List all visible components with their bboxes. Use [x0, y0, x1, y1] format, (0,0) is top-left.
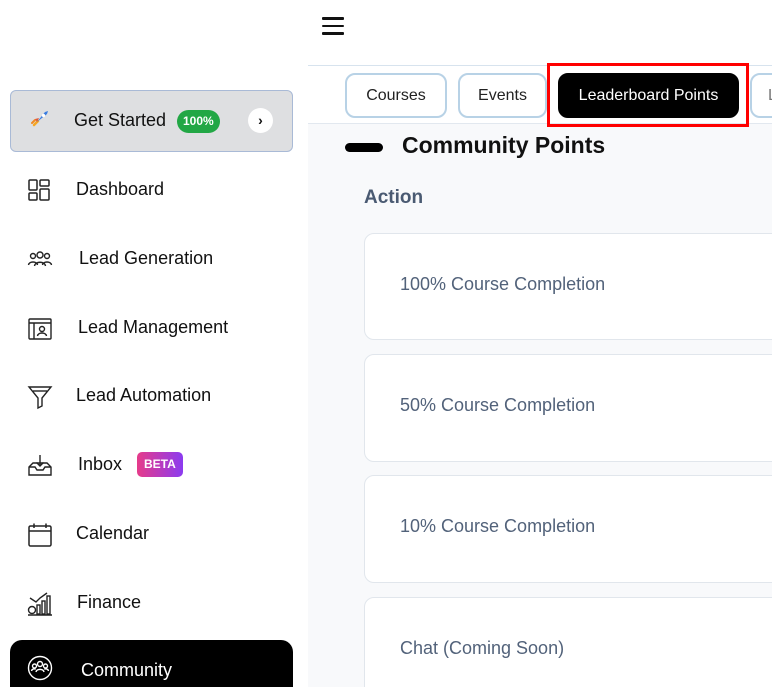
sidebar-item-label: Inbox: [78, 454, 123, 474]
progress-badge: 100%: [177, 110, 220, 133]
action-label: Chat (Coming Soon): [400, 638, 565, 658]
rocket-icon: [31, 111, 48, 127]
finance-chart-icon: [27, 592, 52, 616]
beta-badge: BETA: [137, 452, 183, 477]
sidebar-item-finance[interactable]: Finance: [10, 578, 293, 628]
action-card: 50% Course Completion: [364, 354, 772, 462]
selection-highlight: [547, 63, 749, 127]
action-label: 10% Course Completion: [400, 516, 596, 536]
sidebar-item-lead-generation[interactable]: Lead Generation: [10, 234, 293, 284]
sidebar-item-label: Calendar: [76, 523, 150, 543]
sidebar-item-lead-automation[interactable]: Lead Automation: [10, 371, 293, 421]
action-label: 50% Course Completion: [400, 395, 596, 415]
get-started-button[interactable]: Get Started 100% ›: [10, 90, 293, 152]
community-icon: [27, 655, 53, 681]
chevron-right-icon[interactable]: ›: [248, 108, 273, 133]
app-root: Get Started 100% › Dashboard Lead Genera…: [0, 0, 772, 687]
sidebar-item-label: Community: [81, 660, 173, 680]
action-card: 100% Course Completion: [364, 233, 772, 340]
contact-card-icon: [28, 318, 52, 340]
action-label: 100% Course Completion: [400, 274, 606, 294]
section-marker: [345, 143, 383, 152]
sidebar-item-community[interactable]: Community: [10, 640, 293, 687]
funnel-icon: [27, 386, 53, 410]
dashboard-icon: [28, 179, 50, 201]
menu-icon[interactable]: [322, 17, 344, 37]
tab-courses[interactable]: Courses: [345, 73, 447, 118]
sidebar-item-dashboard[interactable]: Dashboard: [10, 165, 293, 215]
users-group-icon: [27, 251, 53, 267]
sidebar-item-label: Lead Generation: [79, 248, 214, 268]
inbox-icon: [28, 455, 52, 476]
column-header-action: Action: [364, 187, 424, 208]
sidebar: Get Started 100% › Dashboard Lead Genera…: [0, 0, 308, 687]
sidebar-item-label: Dashboard: [76, 179, 165, 199]
sidebar-item-label: Lead Automation: [76, 385, 212, 405]
tab-events[interactable]: Events: [458, 73, 547, 118]
action-card: 10% Course Completion: [364, 475, 772, 583]
calendar-icon: [28, 523, 52, 547]
action-card: Chat (Coming Soon): [364, 597, 772, 687]
tab-partial[interactable]: L: [750, 73, 772, 118]
main-content: Courses Events Leaderboard Points L Comm…: [308, 0, 772, 687]
top-bar: [308, 0, 772, 66]
page-title: Community Points: [402, 132, 606, 158]
sidebar-item-calendar[interactable]: Calendar: [10, 509, 293, 559]
get-started-label: Get Started: [74, 110, 167, 130]
sidebar-item-label: Finance: [77, 592, 142, 612]
sidebar-item-inbox[interactable]: Inbox BETA: [10, 440, 293, 490]
sidebar-item-lead-management[interactable]: Lead Management: [10, 303, 293, 353]
sidebar-item-label: Lead Management: [78, 317, 229, 337]
